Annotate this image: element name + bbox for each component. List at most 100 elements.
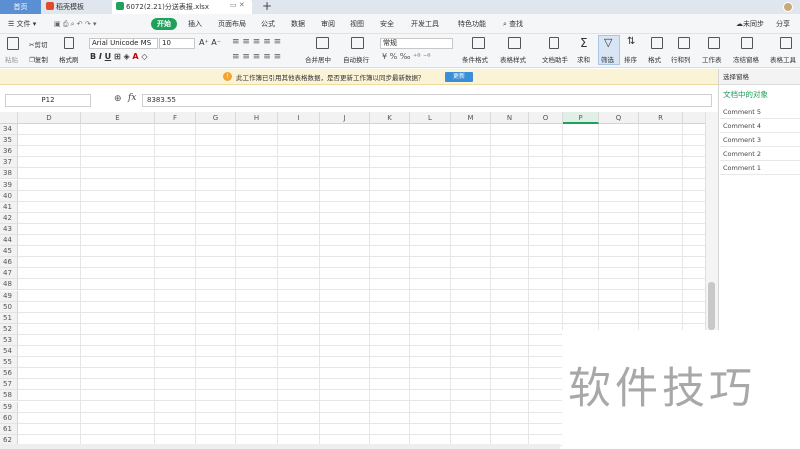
doc-helper-icon[interactable] [549, 37, 559, 49]
fx-icon[interactable]: fx [128, 93, 136, 103]
wrap-icon[interactable] [351, 37, 364, 49]
row-header[interactable]: 51 [0, 313, 18, 324]
column-header-m[interactable]: M [451, 112, 491, 124]
row-header[interactable]: 48 [0, 279, 18, 290]
column-header-f[interactable]: F [155, 112, 196, 124]
share-button[interactable]: 分享 [776, 18, 790, 30]
align-top-buttons[interactable]: ≡ ≡ ≡ ≡ ≡ [232, 37, 281, 47]
freeze-icon[interactable] [741, 37, 753, 49]
align-horizontal-buttons[interactable]: ≡ ≡ ≡ ≡ ≡ [232, 52, 281, 62]
object-item[interactable]: Comment 2 [720, 147, 800, 161]
conditional-format-button[interactable]: 条件格式 [462, 54, 488, 64]
row-header[interactable]: 36 [0, 146, 18, 157]
row-header[interactable]: 58 [0, 390, 18, 401]
number-format-select[interactable]: 常规 [380, 38, 453, 49]
table-tool-icon[interactable] [780, 37, 792, 49]
row-header[interactable]: 56 [0, 368, 18, 379]
row-header[interactable]: 39 [0, 180, 18, 191]
row-header[interactable]: 50 [0, 302, 18, 313]
tab-controls[interactable]: ▭ ✕ [230, 1, 245, 9]
menu-security[interactable]: 安全 [380, 18, 394, 30]
text-style-buttons[interactable]: B I U ⊞ ◈ A ◇ [90, 52, 148, 61]
font-name-select[interactable]: Arial Unicode MS [89, 38, 158, 49]
menu-search[interactable]: ⌕ 查找 [503, 18, 523, 30]
row-header[interactable]: 59 [0, 402, 18, 413]
row-header[interactable]: 47 [0, 268, 18, 279]
column-header-i[interactable]: I [278, 112, 320, 124]
horizontal-scrollbar[interactable] [0, 444, 560, 449]
object-item[interactable]: Comment 5 [720, 105, 800, 119]
merge-icon[interactable] [316, 37, 329, 49]
row-header[interactable]: 40 [0, 191, 18, 202]
object-item[interactable]: Comment 4 [720, 119, 800, 133]
row-header[interactable]: 57 [0, 379, 18, 390]
selection-pane-header[interactable]: 选择窗格 [719, 69, 800, 85]
menu-page-layout[interactable]: 页面布局 [218, 18, 246, 30]
row-header[interactable]: 54 [0, 346, 18, 357]
column-header-k[interactable]: K [370, 112, 410, 124]
column-header-n[interactable]: N [491, 112, 529, 124]
menu-special[interactable]: 特色功能 [458, 18, 486, 30]
update-button[interactable]: 更新 [445, 72, 473, 82]
select-all-corner[interactable] [0, 112, 18, 124]
table-tool-button[interactable]: 表格工具 [770, 54, 796, 64]
filter-button[interactable]: ▽ 筛选 [598, 35, 620, 65]
quick-access-icons[interactable]: ▣ ⎙ ⌕ ↶ ↷ ▾ [54, 18, 97, 30]
wrap-button[interactable]: 自动换行 [343, 54, 369, 64]
row-col-button[interactable]: 行和列 [671, 54, 691, 64]
menu-start[interactable]: 开始 [151, 18, 177, 30]
sum-icon[interactable]: Σ [580, 36, 588, 50]
avatar[interactable] [783, 2, 793, 12]
menu-developer[interactable]: 开发工具 [411, 18, 439, 30]
menu-file[interactable]: ☰ 文件 ▾ [8, 18, 36, 30]
formula-input[interactable]: 8383.55 [142, 94, 712, 107]
paste-button[interactable]: 粘贴 [5, 54, 18, 64]
sync-status[interactable]: ☁未同步 [736, 18, 764, 30]
format-painter-button[interactable]: 格式刷 [59, 54, 79, 64]
menu-insert[interactable]: 插入 [188, 18, 202, 30]
row-header[interactable]: 34 [0, 124, 18, 135]
row-header[interactable]: 52 [0, 324, 18, 335]
column-header-j[interactable]: J [320, 112, 370, 124]
zoom-icon[interactable]: ⊕ [114, 94, 122, 104]
sort-icon[interactable]: ⇅ [627, 36, 635, 47]
row-header[interactable]: 37 [0, 157, 18, 168]
table-style-button[interactable]: 表格样式 [500, 54, 526, 64]
row-header[interactable]: 46 [0, 257, 18, 268]
column-header-e[interactable]: E [81, 112, 155, 124]
menu-data[interactable]: 数据 [291, 18, 305, 30]
column-header-g[interactable]: G [196, 112, 236, 124]
row-header[interactable]: 44 [0, 235, 18, 246]
column-header-q[interactable]: Q [599, 112, 639, 124]
sheet-button[interactable]: 工作表 [702, 54, 722, 64]
format-button[interactable]: 格式 [648, 54, 661, 64]
format-painter-icon[interactable] [64, 37, 74, 49]
row-header[interactable]: 45 [0, 246, 18, 257]
row-header[interactable]: 55 [0, 357, 18, 368]
object-item[interactable]: Comment 1 [720, 161, 800, 175]
row-header[interactable]: 42 [0, 213, 18, 224]
column-header-r[interactable]: R [639, 112, 683, 124]
freeze-button[interactable]: 冻结窗格 [733, 54, 759, 64]
vertical-scroll-thumb[interactable] [708, 282, 715, 330]
paste-icon[interactable] [7, 37, 19, 50]
row-header[interactable]: 38 [0, 168, 18, 179]
object-item[interactable]: Comment 3 [720, 133, 800, 147]
row-header[interactable]: 53 [0, 335, 18, 346]
row-header[interactable]: 60 [0, 413, 18, 424]
column-header-d[interactable]: D [18, 112, 81, 124]
copy-button[interactable]: ❐复制 [29, 54, 48, 64]
sort-button[interactable]: 排序 [624, 54, 637, 64]
column-header-h[interactable]: H [236, 112, 278, 124]
name-box[interactable]: P12 [5, 94, 91, 107]
column-header-p[interactable]: P [563, 112, 599, 124]
tab-home[interactable]: 首页 [0, 0, 41, 14]
row-col-icon[interactable] [678, 37, 690, 49]
format-icon[interactable] [651, 37, 663, 49]
sum-button[interactable]: 求和 [577, 54, 590, 64]
new-tab-icon[interactable]: + [262, 0, 272, 13]
number-format-buttons[interactable]: ¥ % ‰ ⁺⁰ ⁻⁰ [382, 52, 430, 61]
font-size-select[interactable]: 10 [159, 38, 195, 49]
row-header[interactable]: 41 [0, 202, 18, 213]
tab-template[interactable]: 稻壳模板 [42, 0, 110, 14]
